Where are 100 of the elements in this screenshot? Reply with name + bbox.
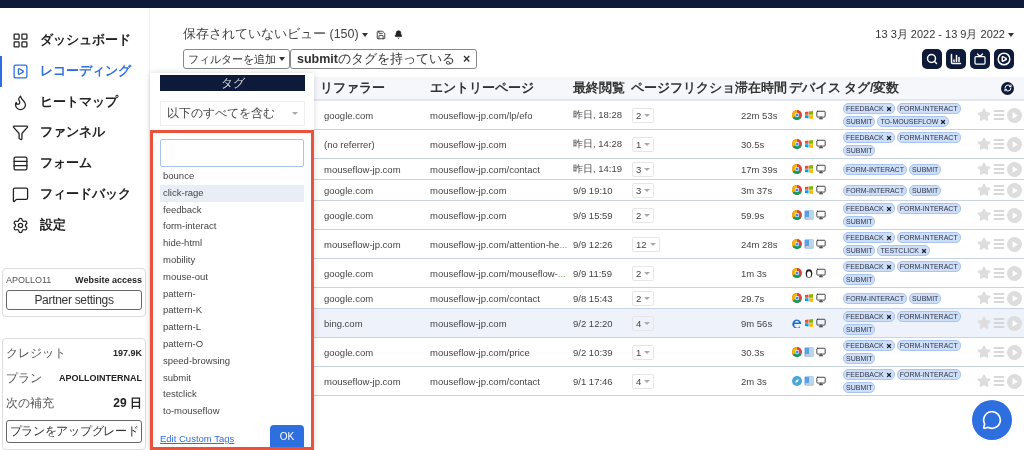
- remove-icon[interactable]: [885, 105, 892, 112]
- play-icon[interactable]: [1007, 344, 1022, 360]
- column-header[interactable]: タグ/変数: [841, 79, 975, 97]
- remove-icon[interactable]: [885, 313, 892, 320]
- star-icon[interactable]: [977, 345, 991, 359]
- search-button[interactable]: [922, 49, 942, 69]
- play-icon[interactable]: [1007, 315, 1022, 331]
- star-icon[interactable]: [977, 291, 991, 305]
- play-icon[interactable]: [1007, 136, 1022, 152]
- star-icon[interactable]: [977, 237, 991, 251]
- nav-item[interactable]: レコーディング: [0, 55, 149, 87]
- tag-option[interactable]: feedback: [160, 201, 304, 219]
- tag-option[interactable]: pattern-: [160, 285, 304, 303]
- menu-icon[interactable]: [992, 266, 1006, 280]
- pages-dropdown[interactable]: 2: [632, 290, 655, 306]
- star-icon[interactable]: [977, 208, 991, 222]
- menu-icon[interactable]: [992, 374, 1006, 388]
- pages-dropdown[interactable]: 3: [632, 182, 655, 198]
- tag-option[interactable]: testclick: [160, 386, 304, 404]
- play-icon[interactable]: [1007, 373, 1022, 389]
- tag-option[interactable]: mouse-out: [160, 268, 304, 286]
- tv-button[interactable]: [970, 49, 990, 69]
- tag-search-field[interactable]: [160, 139, 304, 167]
- save-icon[interactable]: [375, 29, 386, 40]
- play-button[interactable]: [994, 49, 1014, 69]
- star-icon[interactable]: [977, 162, 991, 176]
- nav-item[interactable]: 設定: [0, 209, 149, 241]
- remove-icon[interactable]: [885, 134, 892, 141]
- play-icon[interactable]: [1007, 161, 1022, 177]
- menu-icon[interactable]: [992, 345, 1006, 359]
- menu-icon[interactable]: [992, 237, 1006, 251]
- remove-icon[interactable]: [885, 263, 892, 270]
- view-selector[interactable]: 保存されていないビュー (150): [183, 26, 368, 43]
- play-icon[interactable]: [1007, 207, 1022, 223]
- play-icon[interactable]: [1007, 182, 1022, 198]
- pages-dropdown[interactable]: 2: [632, 207, 655, 223]
- tag-option[interactable]: speed-browsing: [160, 352, 304, 370]
- remove-icon[interactable]: [885, 234, 892, 241]
- menu-icon[interactable]: [992, 162, 1006, 176]
- menu-icon[interactable]: [992, 291, 1006, 305]
- menu-icon[interactable]: [992, 208, 1006, 222]
- tag-option[interactable]: pattern-O: [160, 335, 304, 353]
- pages-dropdown[interactable]: 4: [632, 315, 655, 331]
- nav-item[interactable]: ヒートマップ: [0, 86, 149, 118]
- tag-option[interactable]: mobility: [160, 252, 304, 269]
- play-icon[interactable]: [1007, 290, 1022, 306]
- remove-icon[interactable]: [885, 342, 892, 349]
- menu-icon[interactable]: [992, 316, 1006, 330]
- nav-item[interactable]: ダッシュボード: [0, 25, 149, 56]
- pages-dropdown[interactable]: 4: [632, 373, 655, 389]
- play-icon[interactable]: [1007, 236, 1022, 252]
- star-icon[interactable]: [977, 137, 991, 151]
- tag-option[interactable]: to-mouseflow: [160, 403, 304, 420]
- star-icon[interactable]: [977, 374, 991, 388]
- column-header[interactable]: エントリーページ: [417, 79, 571, 97]
- pages-dropdown[interactable]: 2: [632, 107, 655, 123]
- star-icon[interactable]: [977, 108, 991, 122]
- remove-icon[interactable]: [920, 247, 927, 254]
- menu-icon[interactable]: [992, 108, 1006, 122]
- tag-option[interactable]: bounce: [160, 168, 304, 185]
- chart-button[interactable]: [946, 49, 966, 69]
- bell-icon[interactable]: [393, 30, 403, 39]
- tag-option[interactable]: click-rage: [160, 184, 304, 202]
- remove-icon[interactable]: [940, 118, 947, 125]
- star-icon[interactable]: [977, 183, 991, 197]
- remove-icon[interactable]: [885, 205, 892, 212]
- column-header[interactable]: ページ: [627, 79, 669, 97]
- tag-option[interactable]: pattern-K: [160, 302, 304, 320]
- chat-button[interactable]: [972, 400, 1012, 440]
- nav-item[interactable]: フィードバック: [0, 179, 149, 210]
- play-icon[interactable]: [1007, 265, 1022, 281]
- tag-option[interactable]: hide-html: [160, 235, 304, 252]
- menu-icon[interactable]: [992, 137, 1006, 151]
- ok-button[interactable]: OK: [270, 425, 304, 447]
- tag-option[interactable]: pattern-L: [160, 319, 304, 336]
- nav-item[interactable]: ファンネル: [0, 117, 149, 149]
- tag-option[interactable]: submit: [160, 369, 304, 387]
- column-header[interactable]: 最終閲覧: [571, 79, 627, 97]
- pages-dropdown[interactable]: 1: [632, 344, 655, 360]
- pages-dropdown[interactable]: 2: [632, 265, 655, 281]
- remove-filter-button[interactable]: ×: [463, 52, 471, 66]
- column-header[interactable]: デバイス: [787, 79, 841, 97]
- add-filter-button[interactable]: フィルターを追加: [183, 49, 290, 69]
- date-range-picker[interactable]: 13 3月 2022 - 13 9月 2022: [875, 27, 1014, 42]
- column-header[interactable]: 滞在時間: [733, 79, 787, 97]
- refresh-icon[interactable]: [1001, 81, 1014, 95]
- pages-dropdown[interactable]: 12: [632, 236, 660, 252]
- nav-item[interactable]: フォーム: [0, 148, 149, 180]
- upgrade-button[interactable]: プランをアップグレード: [6, 420, 142, 443]
- play-icon[interactable]: [1007, 107, 1022, 123]
- remove-icon[interactable]: [885, 371, 892, 378]
- edit-tags-link[interactable]: Edit Custom Tags: [160, 433, 235, 444]
- pages-dropdown[interactable]: 3: [632, 161, 655, 177]
- tag-option[interactable]: form-interact: [160, 218, 304, 236]
- match-mode-select[interactable]: 以下のすべてを含む: [160, 101, 305, 126]
- star-icon[interactable]: [977, 316, 991, 330]
- partner-settings-button[interactable]: Partner settings: [6, 289, 142, 310]
- star-icon[interactable]: [977, 266, 991, 280]
- pages-dropdown[interactable]: 1: [632, 136, 655, 152]
- menu-icon[interactable]: [992, 183, 1006, 197]
